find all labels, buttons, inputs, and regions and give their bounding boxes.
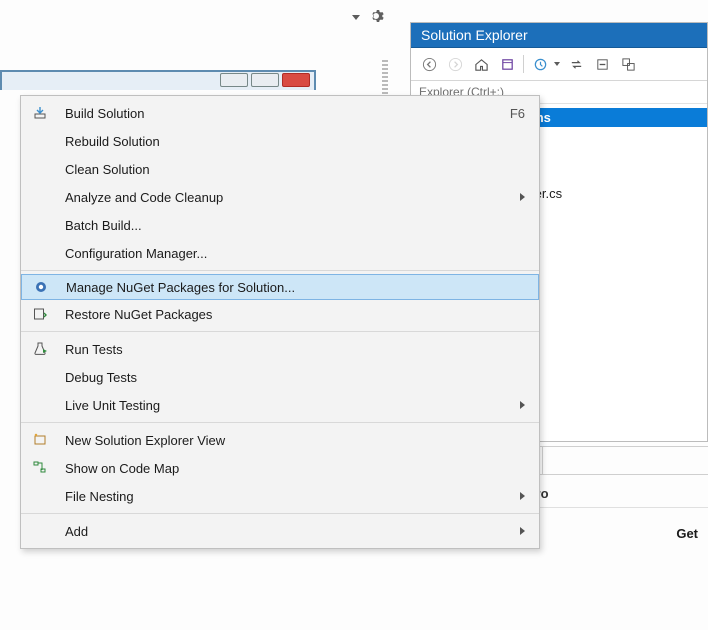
codemap-icon: [27, 460, 53, 476]
menu-run-tests[interactable]: Run Tests: [21, 335, 539, 363]
menu-configuration-manager[interactable]: Configuration Manager...: [21, 239, 539, 267]
minimize-icon: [220, 73, 248, 87]
menu-build-solution[interactable]: Build Solution F6: [21, 99, 539, 127]
chevron-right-icon: [520, 527, 525, 535]
menu-label: Run Tests: [53, 342, 525, 357]
menu-new-explorer-view[interactable]: New Solution Explorer View: [21, 426, 539, 454]
toolbar-dropdown-caret[interactable]: [352, 15, 360, 20]
menu-manage-nuget[interactable]: Manage NuGet Packages for Solution...: [21, 274, 539, 300]
chevron-right-icon: [520, 401, 525, 409]
menu-live-unit-testing[interactable]: Live Unit Testing: [21, 391, 539, 419]
menu-label: Configuration Manager...: [53, 246, 525, 261]
flask-run-icon: [27, 341, 53, 357]
menu-label: Show on Code Map: [53, 461, 525, 476]
menu-rebuild-solution[interactable]: Rebuild Solution: [21, 127, 539, 155]
menu-label: Debug Tests: [53, 370, 525, 385]
switch-view-icon[interactable]: [497, 54, 517, 74]
menu-shortcut: F6: [490, 106, 525, 121]
solution-context-menu: Build Solution F6 Rebuild Solution Clean…: [20, 95, 540, 549]
menu-add[interactable]: Add: [21, 517, 539, 545]
menu-batch-build[interactable]: Batch Build...: [21, 211, 539, 239]
menu-label: Manage NuGet Packages for Solution...: [54, 280, 524, 295]
menu-label: File Nesting: [53, 489, 520, 504]
home-icon[interactable]: [471, 54, 491, 74]
menu-file-nesting[interactable]: File Nesting: [21, 482, 539, 510]
forward-icon[interactable]: [445, 54, 465, 74]
form-designer-frame: [0, 70, 316, 90]
chevron-right-icon: [520, 492, 525, 500]
menu-label: Restore NuGet Packages: [53, 307, 525, 322]
menu-label: Clean Solution: [53, 162, 525, 177]
menu-restore-nuget[interactable]: Restore NuGet Packages: [21, 300, 539, 328]
menu-label: Analyze and Code Cleanup: [53, 190, 520, 205]
back-icon[interactable]: [419, 54, 439, 74]
maximize-icon: [251, 73, 279, 87]
pending-changes-icon[interactable]: [530, 54, 550, 74]
show-all-files-icon[interactable]: [618, 54, 638, 74]
menu-clean-solution[interactable]: Clean Solution: [21, 155, 539, 183]
menu-analyze[interactable]: Analyze and Code Cleanup: [21, 183, 539, 211]
build-icon: [27, 105, 53, 121]
sync-icon[interactable]: [566, 54, 586, 74]
menu-label: Live Unit Testing: [53, 398, 520, 413]
nuget-icon: [28, 279, 54, 295]
panel-title: Solution Explorer: [411, 23, 707, 48]
dropdown-caret-icon[interactable]: [554, 62, 560, 66]
collapse-all-icon[interactable]: [592, 54, 612, 74]
close-icon: [282, 73, 310, 87]
menu-show-on-codemap[interactable]: Show on Code Map: [21, 454, 539, 482]
chevron-right-icon: [520, 193, 525, 201]
menu-label: Add: [53, 524, 520, 539]
restore-icon: [27, 306, 53, 322]
menu-label: Rebuild Solution: [53, 134, 525, 149]
menu-label: Batch Build...: [53, 218, 525, 233]
gear-icon[interactable]: [368, 8, 384, 27]
menu-label: New Solution Explorer View: [53, 433, 525, 448]
panel-toolbar: [411, 48, 707, 81]
menu-debug-tests[interactable]: Debug Tests: [21, 363, 539, 391]
new-view-icon: [27, 432, 53, 448]
menu-label: Build Solution: [53, 106, 490, 121]
